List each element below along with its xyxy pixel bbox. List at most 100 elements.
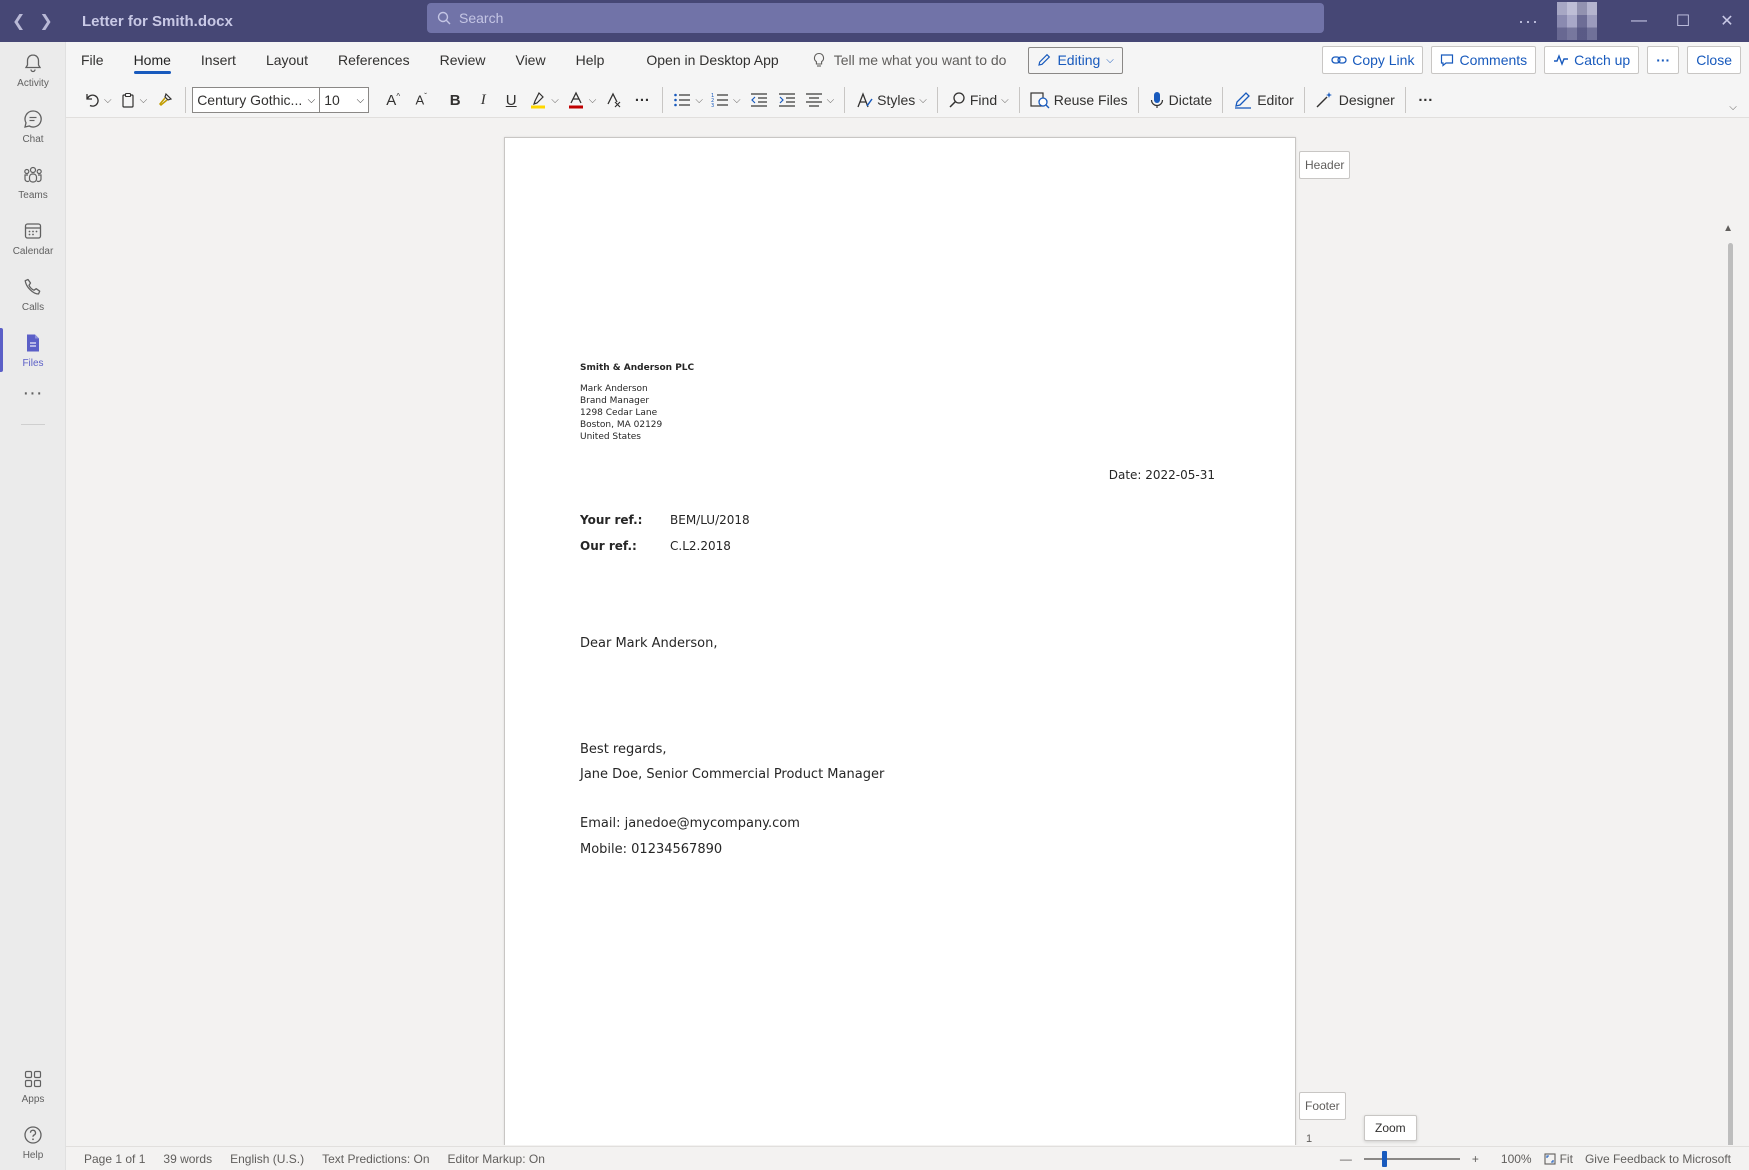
avatar[interactable] bbox=[1557, 2, 1597, 40]
numbering-button[interactable]: 123 ⌵ bbox=[707, 85, 745, 115]
rail-label: Chat bbox=[22, 133, 44, 145]
decrease-indent-button[interactable] bbox=[745, 85, 773, 115]
rail-item-activity[interactable]: Activity bbox=[0, 42, 66, 98]
footer-tag[interactable]: Footer bbox=[1299, 1092, 1346, 1120]
italic-button[interactable]: I bbox=[469, 85, 497, 115]
open-in-desktop-app-button[interactable]: Open in Desktop App bbox=[631, 42, 793, 78]
underline-button[interactable]: U bbox=[497, 85, 525, 115]
font-color-button[interactable]: ⌵ bbox=[563, 85, 601, 115]
chevron-down-icon[interactable]: ⌵ bbox=[551, 95, 559, 106]
address-line: 1298 Cedar Lane bbox=[580, 408, 658, 418]
header-tag[interactable]: Header bbox=[1299, 151, 1351, 179]
chevron-down-icon[interactable]: ⌵ bbox=[827, 95, 835, 106]
ellipsis-icon: ··· bbox=[634, 91, 650, 109]
clear-formatting-button[interactable] bbox=[600, 85, 628, 115]
maximize-icon[interactable]: ☐ bbox=[1661, 0, 1705, 42]
paintbrush-icon bbox=[159, 92, 173, 107]
editing-mode-button[interactable]: Editing ⌵ bbox=[1028, 46, 1123, 74]
chevron-down-icon[interactable]: ⌵ bbox=[140, 95, 148, 106]
undo-button[interactable]: ⌵ bbox=[80, 85, 116, 115]
font-name-select[interactable]: Century Gothic... ⌵ bbox=[192, 87, 321, 113]
tab-layout[interactable]: Layout bbox=[251, 42, 323, 78]
tab-insert[interactable]: Insert bbox=[186, 42, 251, 78]
align-button[interactable]: ⌵ bbox=[801, 85, 839, 115]
highlight-button[interactable]: ⌵ bbox=[525, 85, 563, 115]
bullet-list-icon bbox=[674, 93, 691, 107]
close-window-icon[interactable]: ✕ bbox=[1705, 0, 1749, 42]
language-status[interactable]: English (U.S.) bbox=[230, 1152, 304, 1166]
chevron-down-icon[interactable]: ⌵ bbox=[695, 95, 703, 106]
back-arrow-icon[interactable]: ❮ bbox=[12, 11, 25, 31]
bold-button[interactable]: B bbox=[441, 85, 469, 115]
document-page[interactable]: Smith & Anderson PLC Mark Anderson Brand… bbox=[504, 137, 1296, 1145]
document-canvas[interactable]: Smith & Anderson PLC Mark Anderson Brand… bbox=[66, 119, 1737, 1145]
chevron-down-icon[interactable]: ⌵ bbox=[733, 95, 741, 106]
zoom-in-button[interactable]: + bbox=[1472, 1152, 1479, 1166]
chevron-down-icon[interactable]: ⌵ bbox=[104, 95, 112, 106]
toolbar-divider bbox=[1303, 87, 1305, 113]
chevron-down-icon: ⌵ bbox=[919, 94, 927, 106]
styles-button[interactable]: Styles ⌵ bbox=[851, 85, 931, 115]
styles-label: Styles bbox=[877, 92, 916, 108]
rail-item-files[interactable]: Files bbox=[0, 322, 66, 378]
reuse-files-button[interactable]: Reuse Files bbox=[1026, 85, 1132, 115]
find-icon bbox=[949, 92, 965, 108]
more-tools-button[interactable]: ··· bbox=[1412, 85, 1440, 115]
comments-label: Comments bbox=[1459, 52, 1528, 68]
more-apps-icon[interactable]: ··· bbox=[0, 378, 65, 418]
tab-review[interactable]: Review bbox=[425, 42, 501, 78]
tab-references[interactable]: References bbox=[323, 42, 425, 78]
chevron-down-icon[interactable]: ⌵ bbox=[589, 95, 597, 106]
fit-button[interactable]: Fit bbox=[1544, 1152, 1573, 1166]
increase-indent-button[interactable] bbox=[773, 85, 801, 115]
editor-markup-status[interactable]: Editor Markup: On bbox=[448, 1152, 545, 1166]
forward-arrow-icon[interactable]: ❯ bbox=[39, 11, 52, 31]
rail-item-apps[interactable]: Apps bbox=[0, 1058, 66, 1114]
find-button[interactable]: Find ⌵ bbox=[944, 85, 1013, 115]
settings-more-icon[interactable]: ··· bbox=[1518, 11, 1539, 32]
zoom-level[interactable]: 100% bbox=[1501, 1152, 1532, 1166]
tab-home[interactable]: Home bbox=[119, 42, 186, 78]
pencil-icon bbox=[1038, 53, 1051, 66]
shrink-font-button[interactable]: Aˇ bbox=[407, 85, 435, 115]
close-button[interactable]: Close bbox=[1687, 46, 1741, 74]
rail-item-calls[interactable]: Calls bbox=[0, 266, 66, 322]
zoom-slider-thumb[interactable] bbox=[1381, 1151, 1387, 1167]
bullets-button[interactable]: ⌵ bbox=[669, 85, 707, 115]
dictate-button[interactable]: Dictate bbox=[1145, 85, 1217, 115]
tell-me-search[interactable]: Tell me what you want to do bbox=[812, 52, 1006, 68]
grow-font-button[interactable]: A^ bbox=[379, 85, 407, 115]
more-options-button[interactable]: ··· bbox=[1647, 46, 1680, 74]
tab-file[interactable]: File bbox=[66, 42, 119, 78]
search-input[interactable]: Search bbox=[427, 3, 1324, 33]
designer-button[interactable]: Designer bbox=[1311, 85, 1399, 115]
zoom-slider[interactable] bbox=[1363, 1151, 1460, 1167]
vertical-scrollbar[interactable] bbox=[1728, 243, 1733, 1145]
catch-up-button[interactable]: Catch up bbox=[1544, 46, 1640, 74]
paste-button[interactable]: ⌵ bbox=[116, 85, 152, 115]
editor-button[interactable]: Editor bbox=[1229, 85, 1298, 115]
more-font-options-button[interactable]: ··· bbox=[628, 85, 656, 115]
tab-help[interactable]: Help bbox=[561, 42, 620, 78]
rail-label: Calendar bbox=[12, 245, 54, 257]
minimize-icon[interactable]: — bbox=[1617, 0, 1661, 42]
rail-item-calendar[interactable]: Calendar bbox=[0, 210, 66, 266]
tab-view[interactable]: View bbox=[500, 42, 560, 78]
document-title: Letter for Smith.docx bbox=[82, 12, 233, 30]
link-icon bbox=[1331, 56, 1347, 64]
rail-item-help[interactable]: Help bbox=[0, 1114, 66, 1170]
word-count[interactable]: 39 words bbox=[163, 1152, 212, 1166]
font-size-select[interactable]: 10 ⌵ bbox=[319, 87, 370, 113]
copy-link-button[interactable]: Copy Link bbox=[1322, 46, 1424, 74]
format-painter-button[interactable] bbox=[151, 85, 179, 115]
collapse-ribbon-icon[interactable]: ⌵ bbox=[1719, 92, 1747, 122]
zoom-out-button[interactable]: — bbox=[1340, 1152, 1352, 1166]
comments-button[interactable]: Comments bbox=[1431, 46, 1537, 74]
rail-label: Apps bbox=[21, 1093, 45, 1105]
font-name-value: Century Gothic... bbox=[197, 92, 303, 108]
rail-item-teams[interactable]: Teams bbox=[0, 154, 66, 210]
scroll-up-icon[interactable]: ▲ bbox=[1723, 223, 1733, 234]
give-feedback-link[interactable]: Give Feedback to Microsoft bbox=[1585, 1152, 1731, 1166]
rail-item-chat[interactable]: Chat bbox=[0, 98, 66, 154]
text-predictions-status[interactable]: Text Predictions: On bbox=[322, 1152, 429, 1166]
